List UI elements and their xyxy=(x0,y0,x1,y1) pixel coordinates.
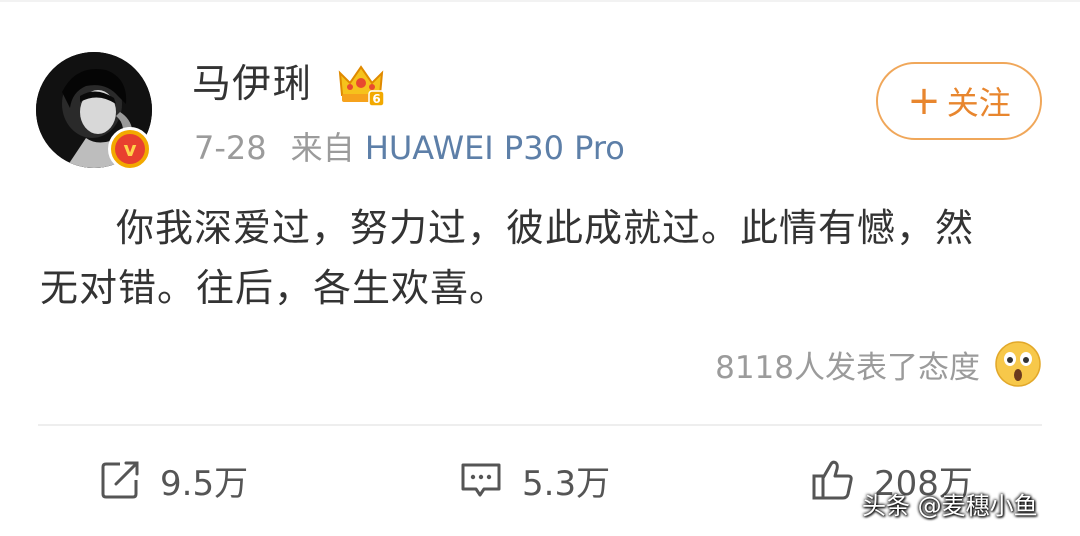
source-prefix: 来自 xyxy=(290,129,355,167)
weibo-post-card: v 马伊琍 6 7-28 来自 HUAWEI P30 Pro + 关注 你我深爱过… xyxy=(0,0,1080,536)
comment-icon xyxy=(461,463,501,497)
repost-count: 9.5万 xyxy=(160,463,249,504)
reaction-summary[interactable]: 8118人发表了态度 xyxy=(715,338,1042,390)
post-date: 7-28 xyxy=(194,129,267,167)
author-name[interactable]: 马伊琍 xyxy=(192,60,312,110)
comment-count: 5.3万 xyxy=(522,463,611,504)
verified-v-mark: v xyxy=(115,134,145,164)
wow-emoji-icon xyxy=(995,341,1041,387)
vip-level-text: 6 xyxy=(372,92,380,106)
vip-crown-icon: 6 xyxy=(338,65,385,107)
post-meta: 7-28 来自 HUAWEI P30 Pro xyxy=(194,126,625,170)
follow-button[interactable]: + 关注 xyxy=(876,62,1042,140)
follow-label: 关注 xyxy=(946,84,1011,122)
repost-icon xyxy=(101,461,139,499)
repost-button[interactable]: 9.5万 xyxy=(98,452,248,508)
source-device-link[interactable]: HUAWEI P30 Pro xyxy=(365,129,625,167)
watermark-text: 头条 @麦穗小鱼 xyxy=(862,492,1038,520)
action-divider xyxy=(38,424,1042,426)
reaction-count-text: 8118人发表了态度 xyxy=(715,349,980,386)
plus-icon: + xyxy=(907,78,941,124)
comment-button[interactable]: 5.3万 xyxy=(458,452,610,508)
top-divider xyxy=(0,0,1080,2)
thumbs-up-icon xyxy=(812,460,853,500)
post-body-text: 你我深爱过，努力过，彼此成就过。此情有憾，然无对错。往后，各生欢喜。 xyxy=(40,206,975,310)
verified-badge-icon: v xyxy=(108,127,152,171)
